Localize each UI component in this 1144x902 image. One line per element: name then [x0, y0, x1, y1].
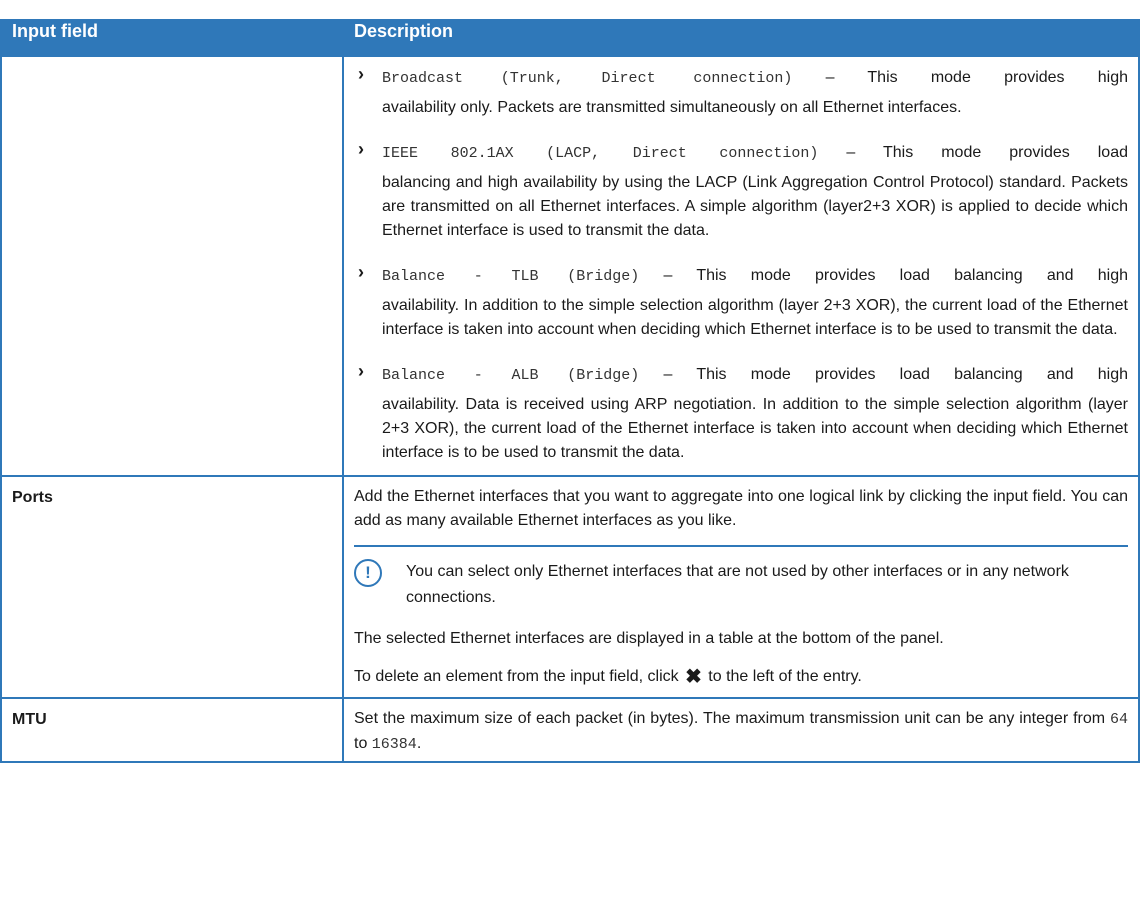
description-cell-mode: › Broadcast (Trunk, Direct connection) –…	[342, 55, 1140, 477]
mode-detail: availability only. Packets are transmitt…	[382, 99, 962, 116]
mode-summary: – This mode provides high	[792, 69, 1128, 86]
page: Input field Description › Broadcast (Tru…	[0, 0, 1144, 902]
ports-selected-text: The selected Ethernet interfaces are dis…	[354, 630, 944, 647]
chevron-right-icon: ›	[358, 139, 364, 159]
delete-text-start: To delete an element from the input fiel…	[354, 668, 679, 685]
header-input-field: Input field	[0, 19, 344, 57]
mtu-max: 16384	[371, 736, 417, 753]
mtu-text: Set the maximum size of each packet (in …	[354, 710, 1106, 727]
mode-detail: availability. Data is received using ARP…	[382, 396, 1128, 461]
list-item-balance-alb: › Balance - ALB (Bridge) – This mode pro…	[354, 358, 1128, 475]
description-cell-mtu: Set the maximum size of each packet (in …	[342, 697, 1140, 763]
field-cell-ports: Ports	[0, 475, 344, 699]
mode-summary: – This mode provides load balancing and …	[639, 267, 1128, 284]
list-item-broadcast: › Broadcast (Trunk, Direct connection) –…	[354, 61, 1128, 130]
list-item-balance-tlb: › Balance - TLB (Bridge) – This mode pro…	[354, 259, 1128, 352]
mode-summary: – This mode provides load balancing and …	[639, 366, 1128, 383]
header-description: Description	[342, 19, 1140, 57]
ports-description: Add the Ethernet interfaces that you wan…	[354, 488, 1128, 529]
mode-code: IEEE 802.1AX (LACP, Direct connection)	[382, 145, 819, 162]
list-item-lacp: › IEEE 802.1AX (LACP, Direct connection)…	[354, 136, 1128, 253]
field-cell-empty	[0, 55, 344, 477]
mode-summary: – This mode provides load	[818, 144, 1129, 161]
exclamation-circle-icon: !	[354, 559, 382, 587]
field-cell-mtu: MTU	[0, 697, 344, 763]
mtu-description: Set the maximum size of each packet (in …	[354, 699, 1128, 761]
delete-text-end: to the left of the entry.	[708, 668, 862, 685]
table-row-mode: › Broadcast (Trunk, Direct connection) –…	[0, 55, 1140, 477]
note-box: ! You can select only Ethernet interface…	[354, 545, 1128, 619]
mtu-end: .	[416, 735, 422, 752]
mtu-to: to	[354, 735, 368, 752]
mode-detail: availability. In addition to the simple …	[382, 297, 1128, 338]
table-row-ports: Ports Add the Ethernet interfaces that y…	[0, 475, 1140, 699]
mode-code: Broadcast (Trunk, Direct connection)	[382, 70, 793, 87]
x-icon: ✖	[685, 666, 702, 688]
reference-table: Input field Description › Broadcast (Tru…	[0, 19, 1140, 763]
note-text: You can select only Ethernet interfaces …	[406, 563, 1069, 606]
description-cell-ports: Add the Ethernet interfaces that you wan…	[342, 475, 1140, 699]
chevron-right-icon: ›	[358, 361, 364, 381]
mode-code: Balance - ALB (Bridge)	[382, 367, 640, 384]
chevron-right-icon: ›	[358, 262, 364, 282]
ports-delete-text: To delete an element from the input fiel…	[354, 657, 1128, 697]
mode-code: Balance - TLB (Bridge)	[382, 268, 640, 285]
chevron-right-icon: ›	[358, 64, 364, 84]
table-row-mtu: MTU Set the maximum size of each packet …	[0, 697, 1140, 763]
mode-detail: balancing and high availability by using…	[382, 174, 1128, 239]
mtu-min: 64	[1110, 711, 1129, 728]
table-header-row: Input field Description	[0, 19, 1140, 57]
